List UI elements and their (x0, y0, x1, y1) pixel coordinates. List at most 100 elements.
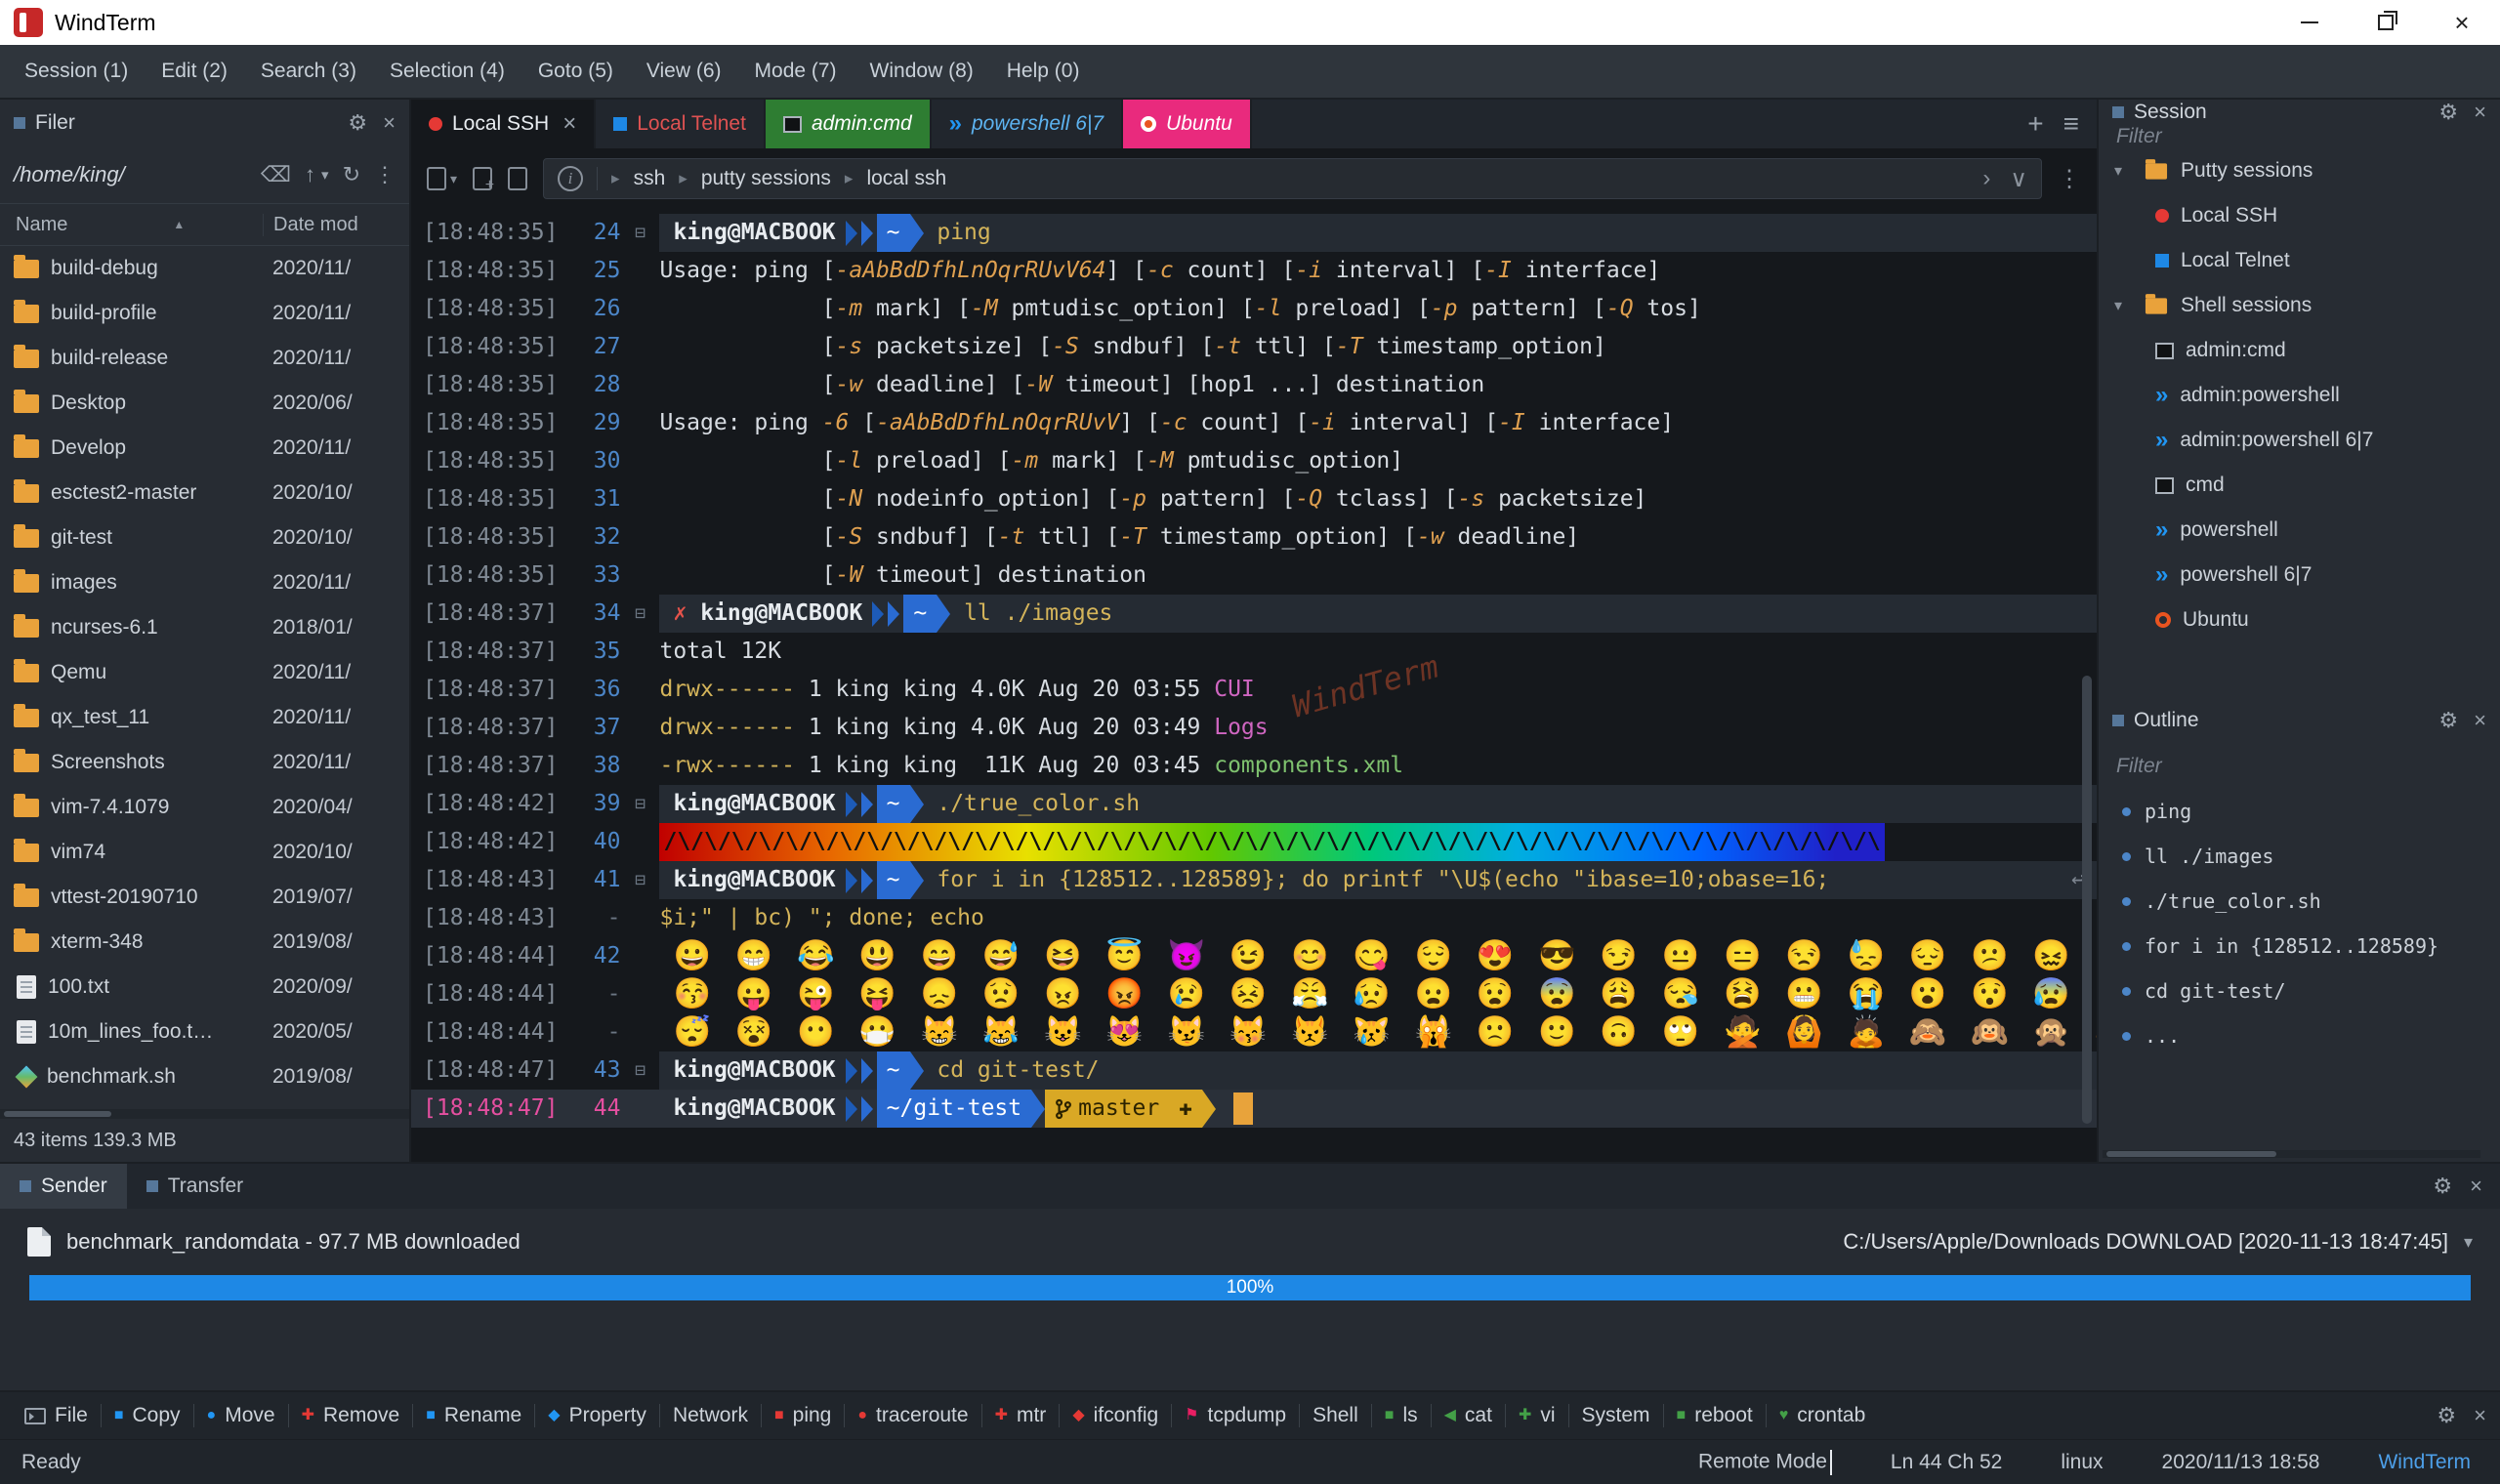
more-icon[interactable]: ⋮ (374, 162, 396, 187)
fold-marker[interactable]: ⊟ (620, 214, 659, 252)
duplicate-session-button[interactable] (473, 167, 494, 194)
tab-powershell-6-7[interactable]: » powershell 6|7 (932, 100, 1124, 148)
tool-remove[interactable]: ✚ Remove (291, 1392, 411, 1439)
file-row[interactable]: images 2020/11/ (0, 560, 409, 605)
tool-traceroute[interactable]: ● traceroute (847, 1392, 979, 1439)
close-button[interactable]: × (2424, 0, 2500, 45)
minimize-button[interactable] (2271, 0, 2348, 45)
file-row[interactable]: git-test 2020/10/ (0, 515, 409, 560)
sender-tab-sender[interactable]: Sender (0, 1164, 127, 1209)
outline-item[interactable]: for i in {128512..128589} (2099, 924, 2500, 969)
session-item[interactable]: » admin:powershell (2099, 373, 2500, 418)
tab-local-telnet[interactable]: Local Telnet (596, 100, 766, 148)
file-row[interactable]: 100.txt 2020/09/ (0, 965, 409, 1010)
outline-filter-input[interactable]: Filter (2116, 755, 2162, 778)
tool-copy[interactable]: ■ Copy (104, 1392, 191, 1439)
outline-item[interactable]: cd git-test/ (2099, 969, 2500, 1013)
filer-settings-icon[interactable]: ⚙ (348, 110, 367, 136)
session-item[interactable]: admin:cmd (2099, 328, 2500, 373)
tool-tcpdump[interactable]: ⚑ tcpdump (1174, 1392, 1297, 1439)
breadcrumb-item[interactable]: putty sessions (701, 167, 831, 190)
file-row[interactable]: build-profile 2020/11/ (0, 291, 409, 336)
tool-network[interactable]: Network (662, 1392, 759, 1439)
tool-ping[interactable]: ■ ping (764, 1392, 842, 1439)
transfer-item[interactable]: benchmark_randomdata - 97.7 MB downloade… (0, 1209, 2500, 1275)
tool-vi[interactable]: ✚ vi (1508, 1392, 1566, 1439)
session-item[interactable]: Ubuntu (2099, 598, 2500, 642)
chevron-down-icon[interactable]: ∨ (2010, 165, 2027, 193)
fold-marker[interactable]: ⊟ (620, 595, 659, 633)
menu-item[interactable]: View (6) (630, 45, 738, 98)
chevron-right-icon[interactable]: › (1982, 165, 1990, 192)
tab-ubuntu[interactable]: Ubuntu (1123, 100, 1252, 148)
tab-list-button[interactable]: ≡ (2063, 108, 2079, 140)
file-row[interactable]: Desktop 2020/06/ (0, 381, 409, 426)
outline-item[interactable]: ... (2099, 1013, 2500, 1058)
menu-item[interactable]: Window (8) (854, 45, 990, 98)
paste-button[interactable] (508, 167, 528, 190)
breadcrumb-item[interactable]: local ssh (866, 167, 946, 190)
file-row[interactable]: vim-7.4.1079 2020/04/ (0, 785, 409, 830)
session-item[interactable]: cmd (2099, 463, 2500, 508)
file-row[interactable]: vim74 2020/10/ (0, 830, 409, 875)
tool-cat[interactable]: ◀ cat (1434, 1392, 1503, 1439)
new-session-button[interactable]: ▾ (427, 167, 457, 190)
terminal-scrollbar[interactable] (2080, 209, 2094, 1162)
session-close-icon[interactable]: × (2474, 100, 2486, 125)
outline-item[interactable]: ll ./images (2099, 834, 2500, 879)
scrollbar-thumb[interactable] (2106, 1151, 2277, 1157)
file-row[interactable]: Develop 2020/11/ (0, 426, 409, 471)
fold-marker[interactable]: ⊟ (620, 785, 659, 823)
fold-marker[interactable]: ⊟ (620, 861, 659, 899)
sender-settings-icon[interactable]: ⚙ (2433, 1174, 2452, 1199)
session-item[interactable]: Local SSH (2099, 193, 2500, 238)
menu-item[interactable]: Goto (5) (521, 45, 630, 98)
file-row[interactable]: xterm-348 2019/08/ (0, 920, 409, 965)
tool-rename[interactable]: ■ Rename (415, 1392, 532, 1439)
refresh-icon[interactable]: ↻ (343, 162, 360, 187)
file-row[interactable]: esctest2-master 2020/10/ (0, 471, 409, 515)
new-tab-button[interactable]: + (2027, 108, 2043, 140)
menu-item[interactable]: Search (3) (244, 45, 373, 98)
filer-close-icon[interactable]: × (383, 110, 396, 136)
tool-property[interactable]: ◆ Property (537, 1392, 657, 1439)
session-item[interactable]: Local Telnet (2099, 238, 2500, 283)
file-row[interactable]: Qemu 2020/11/ (0, 650, 409, 695)
status-position[interactable]: Ln 44 Ch 52 (1891, 1451, 2002, 1474)
sender-close-icon[interactable]: × (2470, 1174, 2482, 1199)
tab-close-icon[interactable]: × (562, 110, 576, 138)
tool-ls[interactable]: ■ ls (1374, 1392, 1429, 1439)
scrollbar-thumb[interactable] (4, 1111, 111, 1117)
session-settings-icon[interactable]: ⚙ (2438, 100, 2458, 125)
toolbar-close-icon[interactable]: × (2474, 1403, 2486, 1428)
file-row[interactable]: vttest-20190710 2019/07/ (0, 875, 409, 920)
toolbar-settings-icon[interactable]: ⚙ (2437, 1403, 2456, 1428)
sender-tab-transfer[interactable]: Transfer (127, 1164, 263, 1209)
tab-local-ssh[interactable]: Local SSH × (411, 100, 597, 148)
session-item[interactable]: ▾ Putty sessions (2099, 148, 2500, 193)
file-list[interactable]: build-debug 2020/11/build-profile 2020/11/… (0, 246, 409, 1109)
breadcrumb-item[interactable]: ssh (634, 167, 666, 190)
outline-hscrollbar[interactable] (2103, 1150, 2480, 1158)
outline-settings-icon[interactable]: ⚙ (2438, 708, 2458, 733)
session-item[interactable]: ▾ Shell sessions (2099, 283, 2500, 328)
outline-close-icon[interactable]: × (2474, 708, 2486, 733)
column-header-date[interactable]: Date mod (263, 213, 409, 236)
backspace-icon[interactable]: ⌫ (261, 162, 291, 187)
up-directory-icon[interactable]: ↑ (305, 162, 315, 187)
file-row[interactable]: build-debug 2020/11/ (0, 246, 409, 291)
tool-mtr[interactable]: ✚ mtr (984, 1392, 1058, 1439)
file-row[interactable]: 10m_lines_foo.t… 2020/05/ (0, 1010, 409, 1054)
tool-shell[interactable]: Shell (1302, 1392, 1369, 1439)
menu-item[interactable]: Edit (2) (145, 45, 244, 98)
outline-item[interactable]: ping (2099, 789, 2500, 834)
tool-crontab[interactable]: ♥ crontab (1769, 1392, 1877, 1439)
file-row[interactable]: qx_test_11 2020/11/ (0, 695, 409, 740)
menu-item[interactable]: Selection (4) (373, 45, 521, 98)
tool-system[interactable]: System (1571, 1392, 1661, 1439)
file-row[interactable]: Screenshots 2020/11/ (0, 740, 409, 785)
transfer-dropdown-icon[interactable]: ▾ (2464, 1232, 2473, 1253)
tab-admin-cmd[interactable]: admin:cmd (765, 100, 932, 148)
status-mode[interactable]: Remote Mode (1698, 1449, 1832, 1475)
scrollbar-thumb[interactable] (2082, 676, 2092, 1124)
